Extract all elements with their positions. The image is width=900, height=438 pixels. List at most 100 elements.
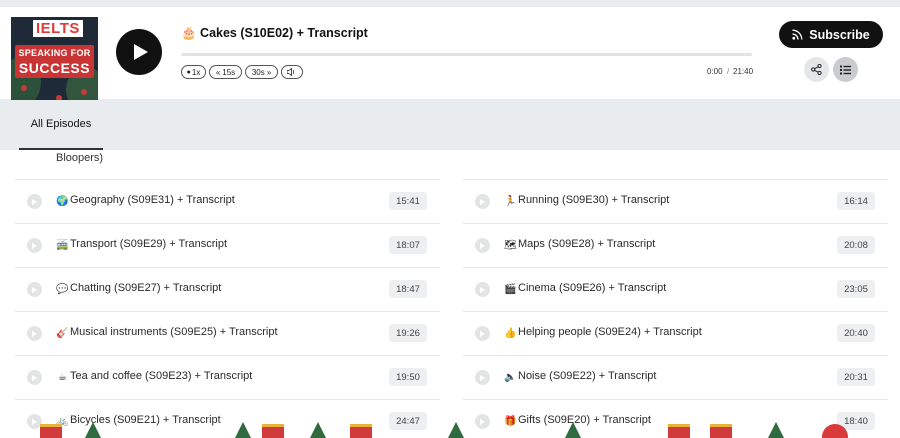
player-header: IELTS SPEAKING FOR SUCCESS 🎂 Cakes (S10E… — [0, 7, 900, 102]
episode-title: Musical instruments (S09E25) + Transcrip… — [70, 326, 278, 338]
episode-duration: 18:40 — [837, 412, 875, 430]
episode-title: Chatting (S09E27) + Transcript — [70, 282, 222, 294]
episode-emoji-icon: ☕ — [58, 372, 67, 383]
play-icon — [32, 286, 37, 293]
episode-title: Running (S09E30) + Transcript — [518, 194, 670, 206]
row-play-button[interactable] — [27, 282, 42, 297]
play-icon — [32, 198, 37, 205]
episode-row[interactable]: 🎬 Cinema (S09E26) + Transcript 23:05 — [463, 267, 888, 311]
episode-list: Bloopers) 🌍 Geography (S09E31) + Transcr… — [0, 150, 900, 438]
play-icon — [32, 242, 37, 249]
episode-emoji-icon: 🎁 — [504, 416, 517, 427]
episode-row[interactable]: ☕ Tea and coffee (S09E23) + Transcript 1… — [15, 355, 440, 399]
row-play-button[interactable] — [27, 370, 42, 385]
play-icon — [32, 374, 37, 381]
row-play-button[interactable] — [27, 194, 42, 209]
episode-emoji-icon: 🗺 — [504, 240, 517, 251]
episode-duration: 18:07 — [389, 236, 427, 254]
episode-emoji-icon: 💬 — [56, 284, 69, 295]
forward-button[interactable]: 30s » — [245, 65, 278, 79]
row-play-button[interactable] — [475, 238, 490, 253]
forward-icon: » — [266, 67, 272, 77]
partial-episode-title: Bloopers) — [56, 152, 104, 164]
episode-row[interactable]: 🌍 Geography (S09E31) + Transcript 15:41 — [15, 179, 440, 223]
episode-title: 🎂 Cakes (S10E02) + Transcript — [181, 26, 368, 40]
episode-row[interactable]: 🚎 Transport (S09E29) + Transcript 18:07 — [15, 223, 440, 267]
episode-emoji-icon: 🎬 — [504, 284, 517, 295]
share-button[interactable] — [804, 57, 829, 82]
progress-bar[interactable] — [181, 53, 752, 56]
speed-label: 1x — [191, 67, 201, 77]
episode-row[interactable]: 💬 Chatting (S09E27) + Transcript 18:47 — [15, 267, 440, 311]
share-icon — [811, 64, 822, 75]
time-current: 0:00 — [707, 67, 723, 76]
subscribe-label: Subscribe — [809, 27, 870, 42]
playlist-button[interactable] — [833, 57, 858, 82]
episode-row[interactable]: 👍 Helping people (S09E24) + Transcript 2… — [463, 311, 888, 355]
volume-button[interactable] — [281, 65, 303, 79]
episode-title: Transport (S09E29) + Transcript — [70, 238, 228, 250]
episode-row[interactable]: 🎸 Musical instruments (S09E25) + Transcr… — [15, 311, 440, 355]
episode-column-right: 🏃 Running (S09E30) + Transcript 16:14 🗺 … — [463, 179, 888, 438]
episode-emoji-icon: 🎸 — [56, 328, 69, 339]
episode-duration: 19:26 — [389, 324, 427, 342]
episode-title: Geography (S09E31) + Transcript — [70, 194, 235, 206]
row-play-button[interactable] — [475, 326, 490, 341]
time-separator: / — [727, 67, 730, 76]
row-play-button[interactable] — [27, 326, 42, 341]
cover-brand: IELTS — [33, 20, 83, 37]
episode-row[interactable]: 🚲 Bicycles (S09E21) + Transcript 24:47 — [15, 399, 440, 438]
subscribe-button[interactable]: Subscribe — [779, 21, 883, 48]
play-icon — [480, 374, 485, 381]
row-play-button[interactable] — [475, 194, 490, 209]
episode-row[interactable]: 🎁 Gifts (S09E20) + Transcript 18:40 — [463, 399, 888, 438]
episode-emoji-icon: 🏃 — [504, 196, 517, 207]
rewind-label: 15s — [222, 67, 236, 77]
rewind-button[interactable]: « 15s — [209, 65, 242, 79]
time-duration: 21:40 — [733, 67, 754, 76]
podcast-page: IELTS SPEAKING FOR SUCCESS 🎂 Cakes (S10E… — [0, 0, 900, 438]
episode-emoji-icon: 🚎 — [56, 240, 69, 251]
row-play-button[interactable] — [475, 414, 490, 429]
episode-row[interactable]: 🏃 Running (S09E30) + Transcript 16:14 — [463, 179, 888, 223]
row-play-button[interactable] — [27, 414, 42, 429]
episode-emoji-icon: 🚲 — [56, 416, 69, 427]
episode-emoji-icon: 🌍 — [56, 196, 69, 207]
play-button[interactable] — [116, 29, 162, 75]
episode-row[interactable]: 🗺 Maps (S09E28) + Transcript 20:08 — [463, 223, 888, 267]
row-play-button[interactable] — [27, 238, 42, 253]
episode-duration: 19:50 — [389, 368, 427, 386]
play-icon — [480, 242, 485, 249]
speaker-icon — [287, 68, 295, 76]
episode-tabs: All Episodes — [0, 100, 900, 150]
episode-title: Gifts (S09E20) + Transcript — [518, 414, 651, 426]
episode-title: Noise (S09E22) + Transcript — [518, 370, 657, 382]
episode-duration: 20:31 — [837, 368, 875, 386]
play-icon — [480, 330, 485, 337]
episode-column-left: 🌍 Geography (S09E31) + Transcript 15:41 … — [15, 179, 440, 438]
podcast-cover: IELTS SPEAKING FOR SUCCESS — [11, 17, 98, 102]
episode-title: Maps (S09E28) + Transcript — [518, 238, 656, 250]
episode-duration: 18:47 — [389, 280, 427, 298]
play-icon — [32, 330, 37, 337]
speed-button[interactable]: ● 1x — [181, 65, 206, 79]
episode-row[interactable]: 🔈 Noise (S09E22) + Transcript 20:31 — [463, 355, 888, 399]
episode-emoji-icon: 🔈 — [504, 372, 517, 383]
play-icon — [480, 418, 485, 425]
episode-duration: 20:08 — [837, 236, 875, 254]
playback-controls: ● 1x « 15s 30s » — [181, 65, 303, 79]
episode-title: Helping people (S09E24) + Transcript — [518, 326, 702, 338]
cover-decoration — [81, 89, 87, 95]
rewind-icon: « — [215, 67, 221, 77]
episode-emoji-icon: 👍 — [504, 328, 517, 339]
tab-all-episodes[interactable]: All Episodes — [19, 100, 103, 150]
row-play-button[interactable] — [475, 282, 490, 297]
play-icon — [32, 418, 37, 425]
episode-title: Cinema (S09E26) + Transcript — [518, 282, 667, 294]
rss-icon — [792, 29, 803, 40]
episode-duration: 16:14 — [837, 192, 875, 210]
speed-icon: ● — [186, 68, 191, 76]
row-play-button[interactable] — [475, 370, 490, 385]
list-icon — [840, 65, 851, 74]
cover-line-1: SPEAKING FOR — [18, 48, 91, 58]
